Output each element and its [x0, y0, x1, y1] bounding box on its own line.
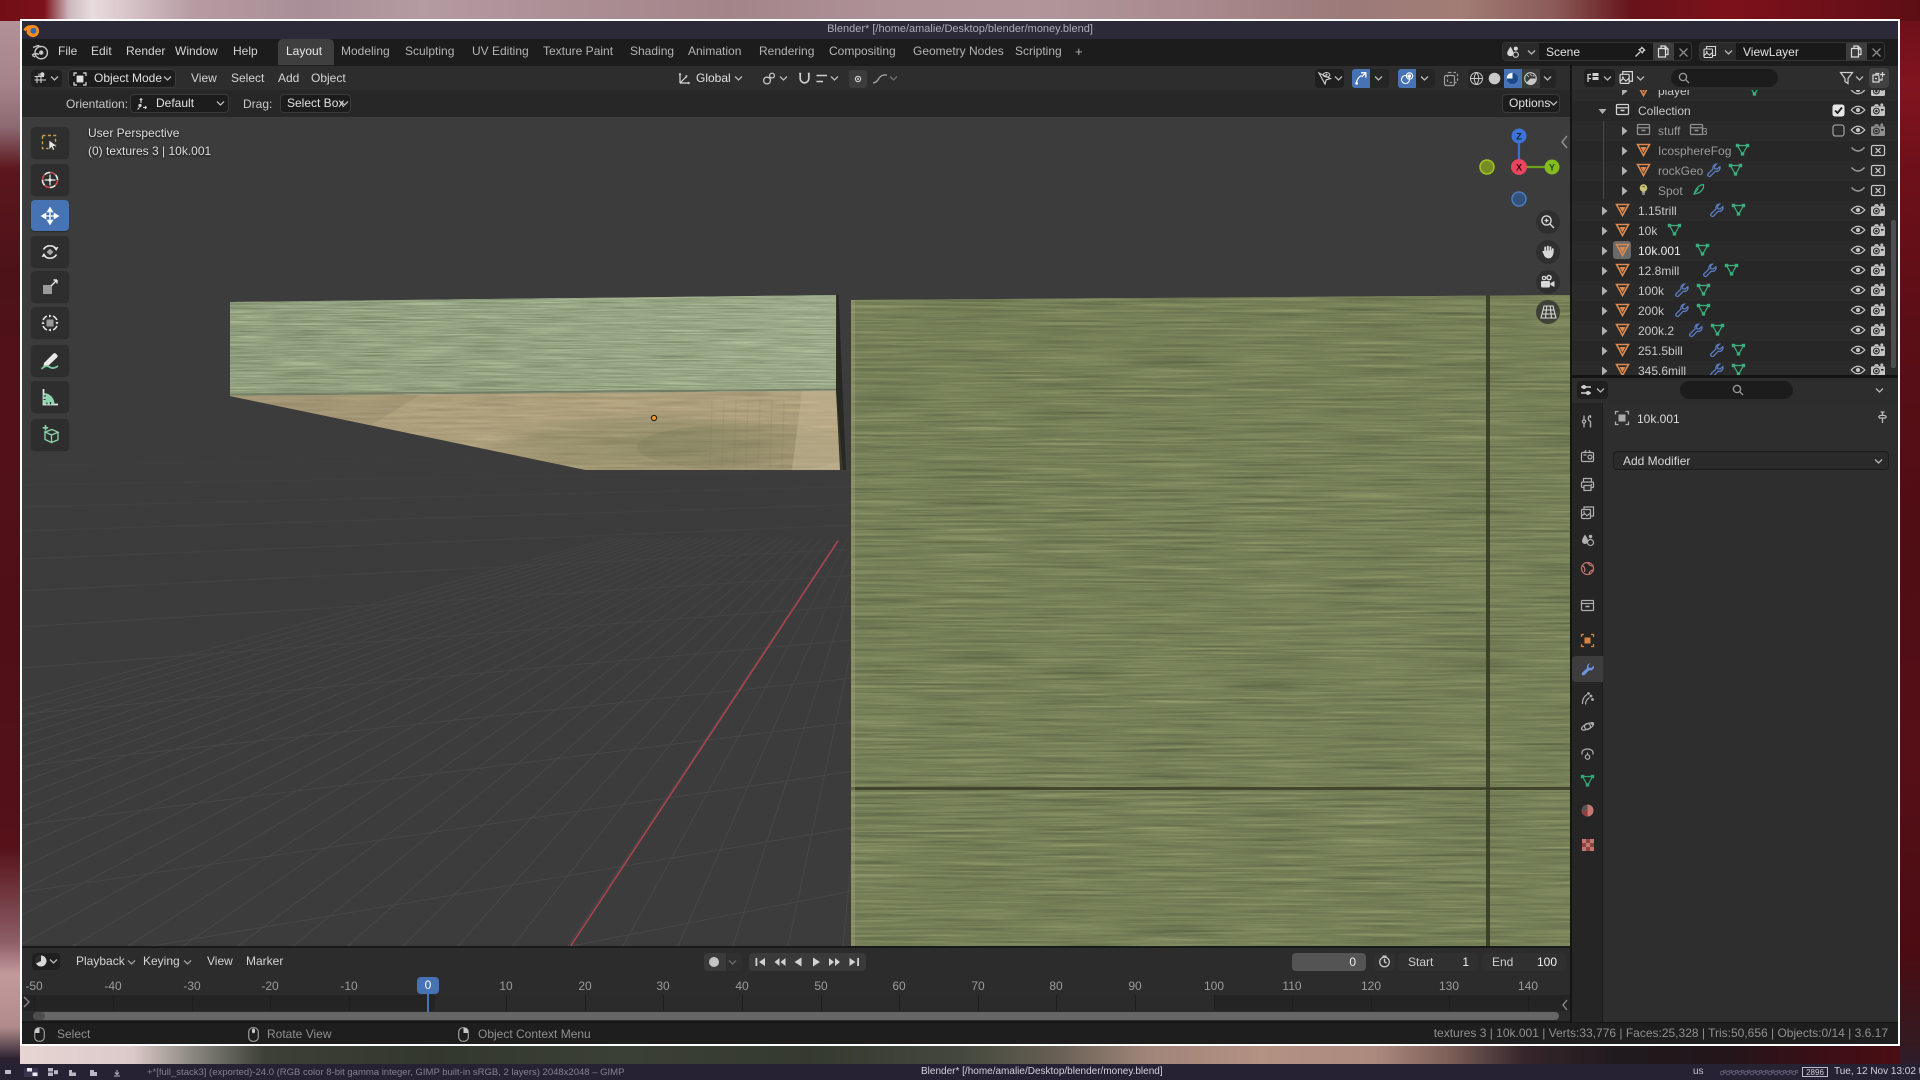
- svg-text:Y: Y: [1549, 163, 1555, 173]
- svg-text:Z: Z: [1516, 132, 1522, 142]
- svg-text:X: X: [1516, 163, 1522, 173]
